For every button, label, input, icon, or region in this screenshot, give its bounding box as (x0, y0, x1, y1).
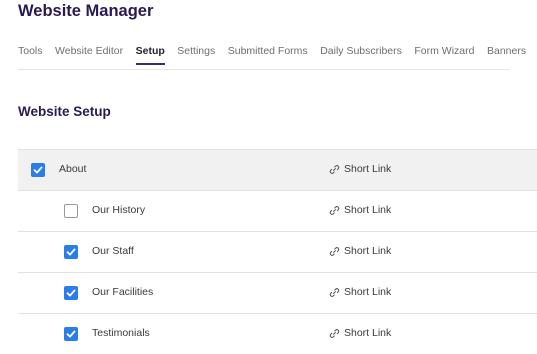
page-title: Website Manager (18, 2, 154, 20)
page-label: Testimonials (92, 327, 150, 339)
short-link[interactable]: Short Link (329, 245, 391, 257)
tab-banners[interactable]: Banners (487, 45, 526, 63)
short-link-label: Short Link (344, 163, 392, 175)
short-link-label: Short Link (344, 286, 392, 298)
page-label: About (59, 163, 87, 175)
link-icon (329, 164, 340, 174)
page-row-our-facilities: Our Facilities Short Link (18, 273, 537, 314)
page-row-testimonials: Testimonials Short Link (18, 314, 537, 354)
link-icon (329, 246, 340, 256)
tab-settings[interactable]: Settings (177, 45, 215, 63)
page-row-our-staff: Our Staff Short Link (18, 232, 537, 273)
short-link-label: Short Link (344, 327, 392, 339)
tab-form-wizard[interactable]: Form Wizard (414, 45, 474, 63)
tab-submitted-forms[interactable]: Submitted Forms (228, 45, 308, 63)
page-label: Our Facilities (92, 286, 154, 298)
checkmark-icon (66, 248, 76, 256)
tab-bar: Tools Website Editor Setup Settings Subm… (18, 45, 526, 70)
tab-setup[interactable]: Setup (135, 45, 165, 65)
tab-tools[interactable]: Tools (18, 45, 43, 63)
tab-daily-subscribers[interactable]: Daily Subscribers (320, 45, 402, 63)
link-icon (329, 205, 340, 215)
link-icon (329, 287, 340, 297)
short-link-label: Short Link (344, 204, 392, 216)
short-link[interactable]: Short Link (329, 204, 391, 216)
link-icon (329, 328, 340, 338)
checkmark-icon (66, 330, 76, 338)
page-row-about: About Short Link (18, 150, 537, 191)
page-checkbox[interactable] (64, 204, 78, 218)
tab-website-editor[interactable]: Website Editor (55, 45, 123, 63)
checkmark-icon (33, 166, 43, 174)
page-checkbox[interactable] (64, 327, 78, 341)
page-list: About Short Link Our History Short Link … (18, 149, 537, 354)
short-link[interactable]: Short Link (329, 163, 391, 175)
short-link[interactable]: Short Link (329, 327, 391, 339)
page-checkbox[interactable] (64, 245, 78, 259)
page-label: Our Staff (92, 245, 134, 257)
page-label: Our History (92, 204, 146, 216)
short-link[interactable]: Short Link (329, 286, 391, 298)
page-checkbox[interactable] (64, 286, 78, 300)
checkmark-icon (66, 289, 76, 297)
section-title: Website Setup (18, 104, 111, 119)
page-checkbox[interactable] (31, 163, 45, 177)
page-row-our-history: Our History Short Link (18, 191, 537, 232)
short-link-label: Short Link (344, 245, 392, 257)
